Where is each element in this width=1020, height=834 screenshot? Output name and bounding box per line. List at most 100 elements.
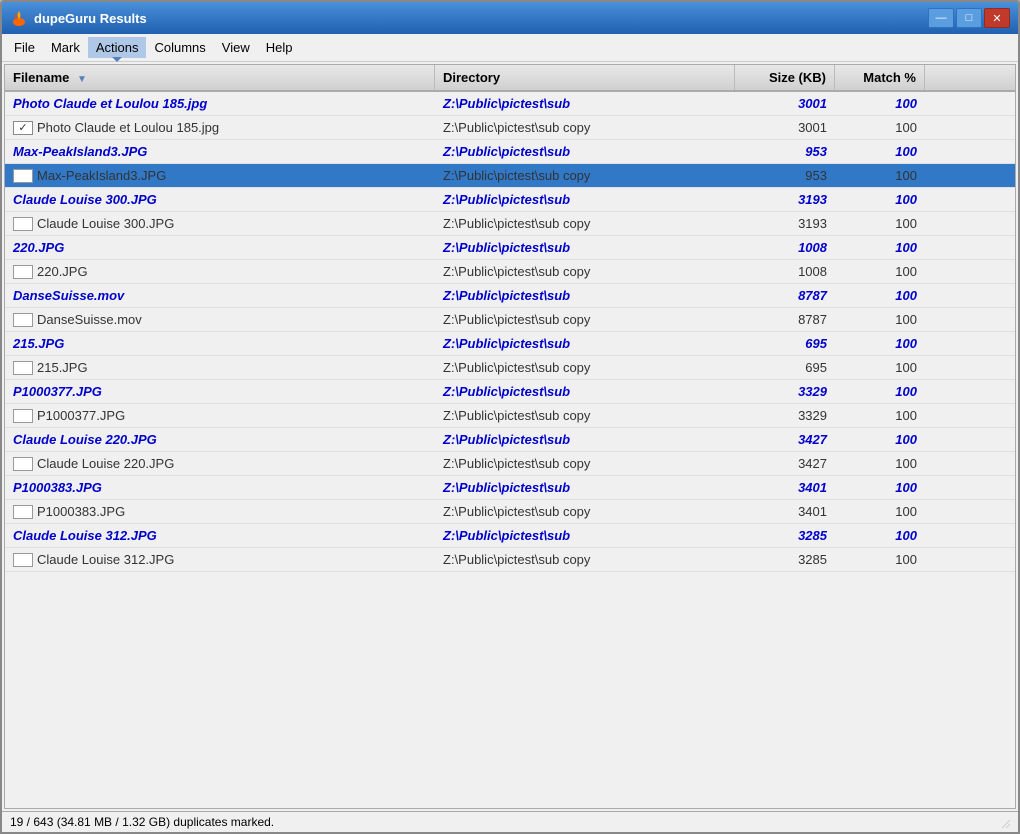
cell-match: 100	[835, 381, 925, 402]
row-checkbox[interactable]	[13, 265, 33, 279]
cell-filename: P1000377.JPG	[5, 405, 435, 426]
menu-item-columns[interactable]: Columns	[146, 37, 213, 58]
cell-filename: P1000377.JPG	[5, 381, 435, 402]
cell-directory: Z:\Public\pictest\sub	[435, 189, 735, 210]
cell-filename: Claude Louise 220.JPG	[5, 429, 435, 450]
table-row[interactable]: Claude Louise 312.JPGZ:\Public\pictest\s…	[5, 524, 1015, 548]
table-row[interactable]: P1000377.JPGZ:\Public\pictest\sub3329100	[5, 380, 1015, 404]
minimize-button[interactable]: —	[928, 8, 954, 28]
col-header-match[interactable]: Match %	[835, 65, 925, 90]
col-header-filename[interactable]: Filename ▼	[5, 65, 435, 90]
cell-directory: Z:\Public\pictest\sub copy	[435, 357, 735, 378]
row-checkbox[interactable]	[13, 457, 33, 471]
table-row[interactable]: Claude Louise 300.JPGZ:\Public\pictest\s…	[5, 212, 1015, 236]
filename-text: DanseSuisse.mov	[37, 312, 142, 327]
menu-item-actions[interactable]: Actions	[88, 37, 147, 58]
filename-text: 215.JPG	[37, 360, 88, 375]
filename-text: Claude Louise 220.JPG	[13, 432, 157, 447]
cell-match: 100	[835, 501, 925, 522]
table-row[interactable]: P1000383.JPGZ:\Public\pictest\sub3401100	[5, 476, 1015, 500]
cell-directory: Z:\Public\pictest\sub	[435, 429, 735, 450]
results-table: Filename ▼ Directory Size (KB) Match % P…	[4, 64, 1016, 809]
table-row[interactable]: 220.JPGZ:\Public\pictest\sub copy1008100	[5, 260, 1015, 284]
filename-text: Max-PeakIsland3.JPG	[37, 168, 166, 183]
filename-text: P1000377.JPG	[13, 384, 102, 399]
cell-match: 100	[835, 453, 925, 474]
row-checkbox[interactable]	[13, 169, 33, 183]
table-body[interactable]: Photo Claude et Loulou 185.jpg Z:\Public\…	[5, 92, 1015, 808]
menu-item-mark[interactable]: Mark	[43, 37, 88, 58]
window-title: dupeGuru Results	[34, 11, 147, 26]
resize-handle[interactable]	[998, 816, 1010, 828]
close-button[interactable]: ✕	[984, 8, 1010, 28]
cell-filename: 215.JPG	[5, 333, 435, 354]
cell-directory: Z:\Public\pictest\sub copy	[435, 213, 735, 234]
table-row[interactable]: Photo Claude et Loulou 185.jpgZ:\Public\…	[5, 116, 1015, 140]
cell-size: 3193	[735, 189, 835, 210]
cell-directory: Z:\Public\pictest\sub copy	[435, 453, 735, 474]
table-row[interactable]: 220.JPGZ:\Public\pictest\sub1008100	[5, 236, 1015, 260]
filename-text: Photo Claude et Loulou 185.jpg	[13, 96, 207, 111]
cell-size: 3001	[735, 117, 835, 138]
col-header-size[interactable]: Size (KB)	[735, 65, 835, 90]
cell-filename: Photo Claude et Loulou 185.jpg	[5, 93, 435, 114]
cell-size: 1008	[735, 237, 835, 258]
table-row[interactable]: 215.JPGZ:\Public\pictest\sub695100	[5, 332, 1015, 356]
cell-size: 695	[735, 333, 835, 354]
cell-filename: 215.JPG	[5, 357, 435, 378]
cell-size: 8787	[735, 309, 835, 330]
menu-bar: FileMarkActionsColumnsViewHelp	[2, 34, 1018, 62]
filename-text: Claude Louise 312.JPG	[13, 528, 157, 543]
table-row[interactable]: 215.JPGZ:\Public\pictest\sub copy695100	[5, 356, 1015, 380]
filename-text: Photo Claude et Loulou 185.jpg	[37, 120, 219, 135]
cell-filename: Claude Louise 312.JPG	[5, 525, 435, 546]
filename-text: P1000377.JPG	[37, 408, 125, 423]
table-row[interactable]: P1000383.JPGZ:\Public\pictest\sub copy34…	[5, 500, 1015, 524]
row-checkbox[interactable]	[13, 505, 33, 519]
row-checkbox[interactable]	[13, 361, 33, 375]
cell-filename: 220.JPG	[5, 261, 435, 282]
cell-filename: Photo Claude et Loulou 185.jpg	[5, 117, 435, 138]
table-row[interactable]: DanseSuisse.movZ:\Public\pictest\sub8787…	[5, 284, 1015, 308]
cell-filename: P1000383.JPG	[5, 501, 435, 522]
cell-size: 1008	[735, 261, 835, 282]
cell-match: 100	[835, 237, 925, 258]
cell-size: 953	[735, 165, 835, 186]
table-row[interactable]: Claude Louise 312.JPGZ:\Public\pictest\s…	[5, 548, 1015, 572]
table-row[interactable]: Max-PeakIsland3.JPGZ:\Public\pictest\sub…	[5, 164, 1015, 188]
cell-size: 3193	[735, 213, 835, 234]
menu-item-view[interactable]: View	[214, 37, 258, 58]
cell-size: 953	[735, 141, 835, 162]
filename-text: 220.JPG	[37, 264, 88, 279]
table-row[interactable]: P1000377.JPGZ:\Public\pictest\sub copy33…	[5, 404, 1015, 428]
row-checkbox[interactable]	[13, 121, 33, 135]
cell-directory: Z:\Public\pictest\sub copy	[435, 501, 735, 522]
row-checkbox[interactable]	[13, 409, 33, 423]
row-checkbox[interactable]	[13, 217, 33, 231]
cell-size: 695	[735, 357, 835, 378]
col-header-directory[interactable]: Directory	[435, 65, 735, 90]
table-header: Filename ▼ Directory Size (KB) Match %	[5, 65, 1015, 92]
filename-text: P1000383.JPG	[37, 504, 125, 519]
table-row[interactable]: Claude Louise 220.JPGZ:\Public\pictest\s…	[5, 452, 1015, 476]
title-buttons: — □ ✕	[928, 8, 1010, 28]
table-row[interactable]: Photo Claude et Loulou 185.jpg Z:\Public\…	[5, 92, 1015, 116]
table-row[interactable]: Claude Louise 220.JPG Z:\Public\pictest\s…	[5, 428, 1015, 452]
cell-match: 100	[835, 333, 925, 354]
menu-item-file[interactable]: File	[6, 37, 43, 58]
table-row[interactable]: Max-PeakIsland3.JPGZ:\Public\pictest\sub…	[5, 140, 1015, 164]
cell-directory: Z:\Public\pictest\sub	[435, 93, 735, 114]
menu-item-help[interactable]: Help	[258, 37, 301, 58]
table-row[interactable]: Claude Louise 300.JPGZ:\Public\pictest\s…	[5, 188, 1015, 212]
cell-directory: Z:\Public\pictest\sub	[435, 237, 735, 258]
cell-filename: Claude Louise 220.JPG	[5, 453, 435, 474]
cell-match: 100	[835, 285, 925, 306]
cell-size: 3001	[735, 93, 835, 114]
maximize-button[interactable]: □	[956, 8, 982, 28]
filename-text: P1000383.JPG	[13, 480, 102, 495]
cell-match: 100	[835, 141, 925, 162]
table-row[interactable]: DanseSuisse.movZ:\Public\pictest\sub cop…	[5, 308, 1015, 332]
cell-filename: P1000383.JPG	[5, 477, 435, 498]
row-checkbox[interactable]	[13, 313, 33, 327]
row-checkbox[interactable]	[13, 553, 33, 567]
